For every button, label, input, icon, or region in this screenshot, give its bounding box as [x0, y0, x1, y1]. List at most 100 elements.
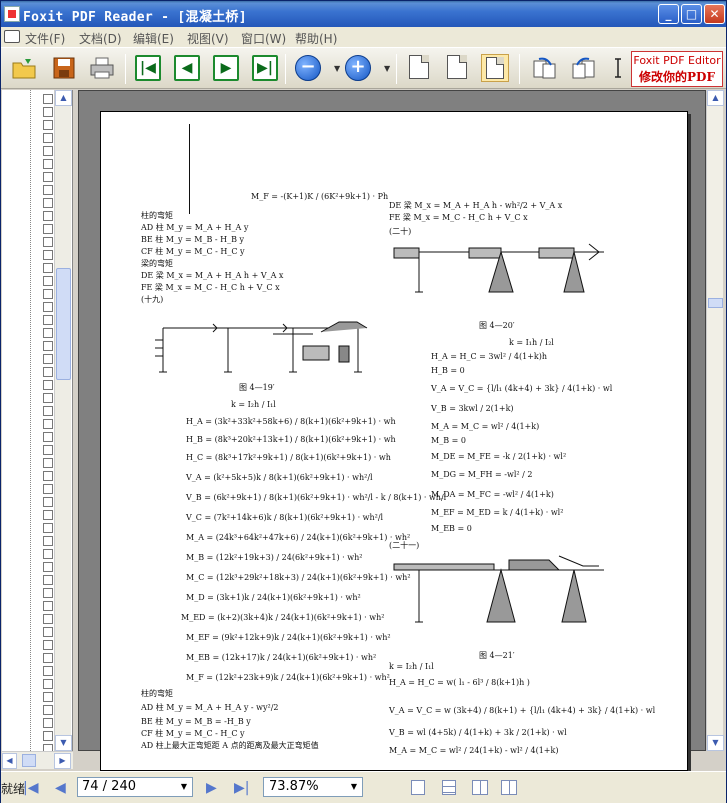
bookmark-node-icon[interactable] — [43, 341, 53, 351]
bookmark-node-icon[interactable] — [43, 107, 53, 117]
bookmark-node-icon[interactable] — [43, 718, 53, 728]
bookmark-node-icon[interactable] — [43, 380, 53, 390]
bookmark-node-icon[interactable] — [43, 575, 53, 585]
bookmark-hscroll-thumb[interactable] — [22, 754, 36, 767]
menu-file[interactable]: 文件(F) — [25, 30, 65, 47]
bookmark-node-icon[interactable] — [43, 640, 53, 650]
bookmark-node-icon[interactable] — [43, 601, 53, 611]
bookmark-node-icon[interactable] — [43, 562, 53, 572]
doc-scroll-down-icon[interactable]: ▼ — [707, 735, 724, 751]
open-folder-icon[interactable] — [11, 55, 37, 81]
bookmark-node-icon[interactable] — [43, 133, 53, 143]
bookmark-node-icon[interactable] — [43, 328, 53, 338]
bookmark-node-icon[interactable] — [43, 471, 53, 481]
zoom-value[interactable]: 73.87% — [269, 779, 319, 794]
bookmark-node-icon[interactable] — [43, 315, 53, 325]
bookmark-horizontal-scrollbar[interactable]: ◀ ▶ — [2, 751, 73, 769]
maximize-button[interactable]: □ — [681, 4, 702, 24]
continuous-layout-icon[interactable] — [442, 780, 456, 795]
bookmark-node-icon[interactable] — [43, 237, 53, 247]
rotate-counterclockwise-icon[interactable] — [571, 55, 597, 81]
bookmark-node-icon[interactable] — [43, 510, 53, 520]
bookmark-node-icon[interactable] — [43, 666, 53, 676]
bookmark-node-icon[interactable] — [43, 523, 53, 533]
zoom-out-dropdown-icon[interactable]: ▼ — [334, 64, 340, 73]
zoom-combo[interactable]: 73.87% ▼ — [263, 777, 363, 797]
bookmark-node-icon[interactable] — [43, 679, 53, 689]
previous-page-button[interactable] — [174, 55, 200, 81]
fit-page-icon[interactable] — [447, 55, 467, 79]
bookmark-node-icon[interactable] — [43, 185, 53, 195]
scroll-left-icon[interactable]: ◀ — [2, 753, 17, 769]
fit-width-button[interactable] — [481, 54, 509, 82]
page-combo-dropdown-icon[interactable]: ▼ — [176, 778, 192, 796]
first-page-button[interactable] — [135, 55, 161, 81]
facing-layout-icon[interactable] — [472, 780, 488, 795]
bookmark-node-icon[interactable] — [43, 406, 53, 416]
scroll-up-icon[interactable]: ▲ — [55, 90, 72, 106]
bookmark-node-icon[interactable] — [43, 458, 53, 468]
scroll-down-icon[interactable]: ▼ — [55, 735, 72, 751]
menu-view[interactable]: 视图(V) — [187, 30, 229, 47]
bookmark-node-icon[interactable] — [43, 289, 53, 299]
bookmark-tree[interactable] — [30, 90, 53, 754]
bookmark-node-icon[interactable] — [43, 198, 53, 208]
bookmark-node-icon[interactable] — [43, 549, 53, 559]
single-page-layout-icon[interactable] — [411, 780, 425, 795]
zoom-in-dropdown-icon[interactable]: ▼ — [384, 64, 390, 73]
menu-edit[interactable]: 编辑(E) — [133, 30, 174, 47]
bookmark-node-icon[interactable] — [43, 484, 53, 494]
rotate-clockwise-icon[interactable] — [531, 55, 557, 81]
next-page-button[interactable] — [213, 55, 239, 81]
bookmark-node-icon[interactable] — [43, 614, 53, 624]
bookmark-node-icon[interactable] — [43, 705, 53, 715]
bookmark-node-icon[interactable] — [43, 692, 53, 702]
bookmark-node-icon[interactable] — [43, 94, 53, 104]
zoom-out-button[interactable] — [295, 55, 321, 81]
bookmark-node-icon[interactable] — [43, 367, 53, 377]
page-number-value[interactable]: 74 / 240 — [82, 779, 136, 794]
save-icon[interactable] — [51, 55, 77, 81]
bookmark-node-icon[interactable] — [43, 419, 53, 429]
bookmark-node-icon[interactable] — [43, 536, 53, 546]
bookmark-node-icon[interactable] — [43, 588, 53, 598]
continuous-facing-layout-icon[interactable] — [501, 780, 517, 795]
bookmark-node-icon[interactable] — [43, 276, 53, 286]
last-page-button[interactable] — [252, 55, 278, 81]
bookmark-node-icon[interactable] — [43, 354, 53, 364]
text-select-cursor-icon[interactable] — [612, 55, 624, 81]
bookmark-node-icon[interactable] — [43, 159, 53, 169]
zoom-in-button[interactable] — [345, 55, 371, 81]
doc-scroll-up-icon[interactable]: ▲ — [707, 90, 724, 106]
bookmark-node-icon[interactable] — [43, 445, 53, 455]
menu-help[interactable]: 帮助(H) — [295, 30, 337, 47]
bookmark-node-icon[interactable] — [43, 393, 53, 403]
menu-window[interactable]: 窗口(W) — [241, 30, 286, 47]
bookmark-scroll-thumb[interactable] — [56, 268, 71, 380]
status-last-page-icon[interactable]: ▶| — [234, 780, 249, 796]
document-scroll-thumb[interactable] — [708, 298, 723, 308]
actual-size-icon[interactable] — [409, 55, 429, 79]
bookmark-node-icon[interactable] — [43, 120, 53, 130]
menu-document[interactable]: 文档(D) — [79, 30, 122, 47]
minimize-button[interactable]: _ — [658, 4, 679, 24]
bookmark-node-icon[interactable] — [43, 432, 53, 442]
bookmark-node-icon[interactable] — [43, 653, 53, 663]
status-next-page-icon[interactable]: ▶ — [206, 780, 217, 796]
status-first-page-icon[interactable]: |◀ — [23, 780, 38, 796]
bookmark-node-icon[interactable] — [43, 146, 53, 156]
bookmark-node-icon[interactable] — [43, 302, 53, 312]
status-previous-page-icon[interactable]: ◀ — [55, 780, 66, 796]
bookmark-node-icon[interactable] — [43, 263, 53, 273]
bookmark-node-icon[interactable] — [43, 224, 53, 234]
bookmark-vertical-scrollbar[interactable]: ▲ ▼ — [54, 90, 72, 751]
bookmark-node-icon[interactable] — [43, 250, 53, 260]
bookmark-node-icon[interactable] — [43, 731, 53, 741]
bookmark-node-icon[interactable] — [43, 627, 53, 637]
print-icon[interactable] — [89, 55, 115, 81]
foxit-editor-ad-banner[interactable]: Foxit PDF Editor 修改你的PDF — [631, 51, 723, 87]
document-vertical-scrollbar[interactable]: ▲ ▼ — [706, 90, 724, 751]
bookmark-node-icon[interactable] — [43, 211, 53, 221]
close-button[interactable]: ✕ — [704, 4, 725, 24]
page-number-combo[interactable]: 74 / 240 ▼ — [77, 777, 193, 797]
